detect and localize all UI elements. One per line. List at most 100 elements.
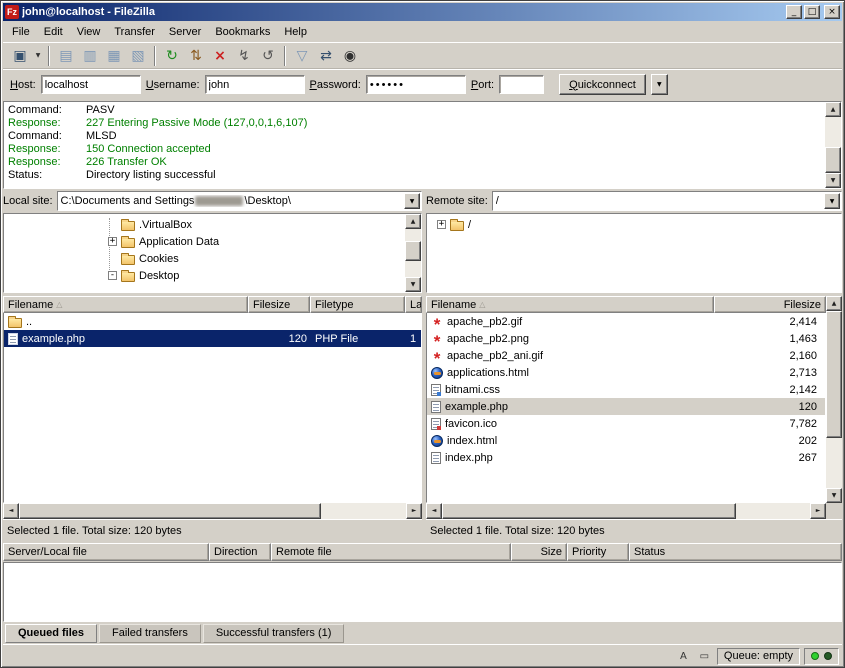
find-files-icon[interactable]: ◉ [338,44,362,68]
expander-plus-icon[interactable]: + [437,220,446,229]
remote-file-row[interactable]: apache_pb2.gif 2,414 [427,313,825,330]
remote-file-row[interactable]: favicon.ico 7,782 [427,415,825,432]
minimize-button[interactable]: _ [786,5,802,19]
menu-server[interactable]: Server [162,23,208,41]
tab-successful-transfers[interactable]: Successful transfers (1) [203,624,345,643]
column-header-filetype[interactable]: Filetype [310,296,405,313]
close-button[interactable]: × [824,5,840,19]
transfer-queue-list[interactable] [3,562,842,622]
menu-file[interactable]: File [5,23,37,41]
title-bar[interactable]: Fz john@localhost - FileZilla _ □ × [3,3,842,21]
scroll-left-icon[interactable]: ◄ [426,503,442,519]
remote-file-row[interactable]: apache_pb2_ani.gif 2,160 [427,347,825,364]
compare-icon[interactable]: ⇄ [314,44,338,68]
scrollbar-thumb[interactable] [826,311,842,438]
quickconnect-button[interactable]: Quickconnect [559,74,646,95]
tree-item[interactable]: + Application Data [4,233,403,250]
process-queue-icon[interactable]: ⇅ [184,44,208,68]
reconnect-icon[interactable]: ↺ [256,44,280,68]
scrollbar-thumb[interactable] [405,241,421,261]
scroll-up-icon[interactable]: ▲ [825,102,841,117]
column-header-filename[interactable]: Filename △ [426,296,714,313]
maximize-button[interactable]: □ [804,5,820,19]
remote-site-combo[interactable]: / ▼ [492,191,842,211]
log-line: Response:227 Entering Passive Mode (127,… [8,117,821,130]
remote-horizontal-scrollbar[interactable]: ◄ ► [426,503,826,519]
scroll-left-icon[interactable]: ◄ [3,503,19,519]
menu-transfer[interactable]: Transfer [107,23,162,41]
remote-file-row-selected[interactable]: example.php 120 [427,398,825,415]
site-manager-icon[interactable]: ▣ [8,44,32,68]
tree-item[interactable]: Cookies [4,250,403,267]
column-header-filename[interactable]: Filename △ [3,296,248,313]
column-header-filesize[interactable]: Filesize [714,296,826,313]
scroll-down-icon[interactable]: ▼ [405,277,421,292]
remote-file-row[interactable]: applications.html 2,713 [427,364,825,381]
column-header-status[interactable]: Status [629,543,842,561]
column-header-server-local-file[interactable]: Server/Local file [3,543,209,561]
local-tree-scrollbar[interactable]: ▲ ▼ [405,214,421,292]
host-input[interactable] [41,75,141,94]
column-header-remote-file[interactable]: Remote file [271,543,511,561]
scroll-down-icon[interactable]: ▼ [826,488,842,503]
filter-icon[interactable]: ▽ [290,44,314,68]
scroll-up-icon[interactable]: ▲ [405,214,421,229]
tree-item[interactable]: - Desktop [4,267,403,284]
username-input[interactable] [205,75,305,94]
port-input[interactable] [499,75,544,94]
column-header-last-modified[interactable]: Last modified [405,296,422,313]
quickconnect-dropdown-icon[interactable]: ▼ [651,74,668,95]
speedlimit-indicator-icon[interactable]: ▭ [696,648,713,664]
local-file-row[interactable]: .. [4,313,421,330]
disconnect-icon[interactable]: ↯ [232,44,256,68]
tree-item[interactable]: + / [427,216,823,233]
scrollbar-track[interactable] [405,229,421,277]
menu-help[interactable]: Help [277,23,314,41]
toggle-message-log-icon[interactable]: ▤ [54,44,78,68]
tree-item[interactable]: .VirtualBox [4,216,403,233]
local-site-combo[interactable]: C:\Documents and Settings\Desktop\ ▼ [57,191,422,211]
menu-bookmarks[interactable]: Bookmarks [208,23,277,41]
tab-queued-files[interactable]: Queued files [5,624,97,643]
remote-file-row[interactable]: index.html 202 [427,432,825,449]
scrollbar-track[interactable] [826,311,842,488]
remote-vertical-scrollbar[interactable]: ▲ ▼ [826,296,842,519]
scrollbar-track[interactable] [442,503,810,519]
toggle-queue-icon[interactable]: ▧ [126,44,150,68]
password-input[interactable] [366,75,466,94]
toggle-local-tree-icon[interactable]: ▥ [78,44,102,68]
column-header-direction[interactable]: Direction [209,543,271,561]
ascii-data-type-icon[interactable]: A [675,648,692,664]
local-file-row-selected[interactable]: example.php 120 PHP File 1 [4,330,421,347]
scroll-right-icon[interactable]: ► [406,503,422,519]
cancel-operation-icon[interactable]: × [208,44,232,68]
remote-file-row[interactable]: apache_pb2.png 1,463 [427,330,825,347]
log-scrollbar[interactable]: ▲ ▼ [825,102,841,188]
scrollbar-track[interactable] [19,503,406,519]
expander-minus-icon[interactable]: - [108,271,117,280]
site-manager-dropdown-icon[interactable]: ▼ [32,44,44,68]
scroll-down-icon[interactable]: ▼ [825,173,841,188]
expander-plus-icon[interactable]: + [108,237,117,246]
remote-file-row[interactable]: index.php 267 [427,449,825,466]
local-horizontal-scrollbar[interactable]: ◄ ► [3,503,422,519]
local-site-dropdown-icon[interactable]: ▼ [404,193,420,209]
column-header-priority[interactable]: Priority [567,543,629,561]
remote-site-dropdown-icon[interactable]: ▼ [824,193,840,209]
column-header-filesize[interactable]: Filesize [248,296,310,313]
scrollbar-thumb[interactable] [825,147,841,173]
image-file-icon [431,350,443,362]
remote-file-row[interactable]: bitnami.css 2,142 [427,381,825,398]
css-file-icon [431,384,441,396]
menu-edit[interactable]: Edit [37,23,70,41]
refresh-icon[interactable]: ↻ [160,44,184,68]
scroll-right-icon[interactable]: ► [810,503,826,519]
scrollbar-thumb[interactable] [19,503,321,519]
scrollbar-thumb[interactable] [442,503,736,519]
menu-view[interactable]: View [70,23,108,41]
column-header-size[interactable]: Size [511,543,567,561]
toggle-remote-tree-icon[interactable]: ▦ [102,44,126,68]
tab-failed-transfers[interactable]: Failed transfers [99,624,201,643]
scrollbar-track[interactable] [825,117,841,173]
scroll-up-icon[interactable]: ▲ [826,296,842,311]
